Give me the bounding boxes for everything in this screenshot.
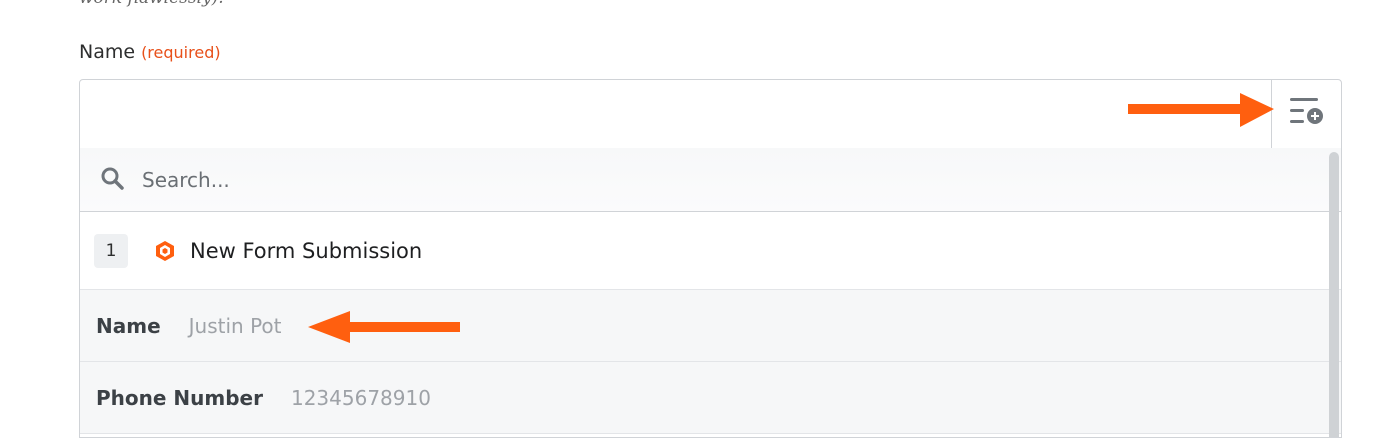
annotation-arrow-right-icon	[1128, 93, 1274, 127]
search-icon	[100, 166, 124, 194]
insert-data-button[interactable]	[1271, 80, 1341, 148]
insert-data-icon	[1288, 95, 1326, 133]
search-row	[80, 148, 1341, 212]
list-item[interactable]: Phone Number 12345678910	[80, 362, 1341, 434]
list-item[interactable]: Name Justin Pot	[80, 290, 1341, 362]
step-title: New Form Submission	[190, 238, 423, 263]
item-value: Justin Pot	[188, 313, 282, 338]
field-label-text: Name	[79, 41, 136, 63]
item-key: Name	[96, 313, 161, 338]
data-picker-dropdown: 1 New Form Submission Name Justin Pot Ph…	[79, 148, 1342, 438]
step-number-badge: 1	[94, 233, 128, 268]
item-key: Phone Number	[96, 385, 263, 410]
required-tag: (required)	[141, 43, 221, 62]
field-label: Name (required)	[79, 41, 221, 63]
step-header[interactable]: 1 New Form Submission	[80, 212, 1341, 290]
scrollbar[interactable]	[1329, 152, 1339, 437]
item-value: 12345678910	[290, 385, 431, 410]
annotation-arrow-left-icon	[308, 311, 460, 343]
form-app-icon	[154, 240, 176, 262]
intro-text: work flawlessly).	[79, 0, 224, 8]
search-input[interactable]	[140, 166, 740, 193]
